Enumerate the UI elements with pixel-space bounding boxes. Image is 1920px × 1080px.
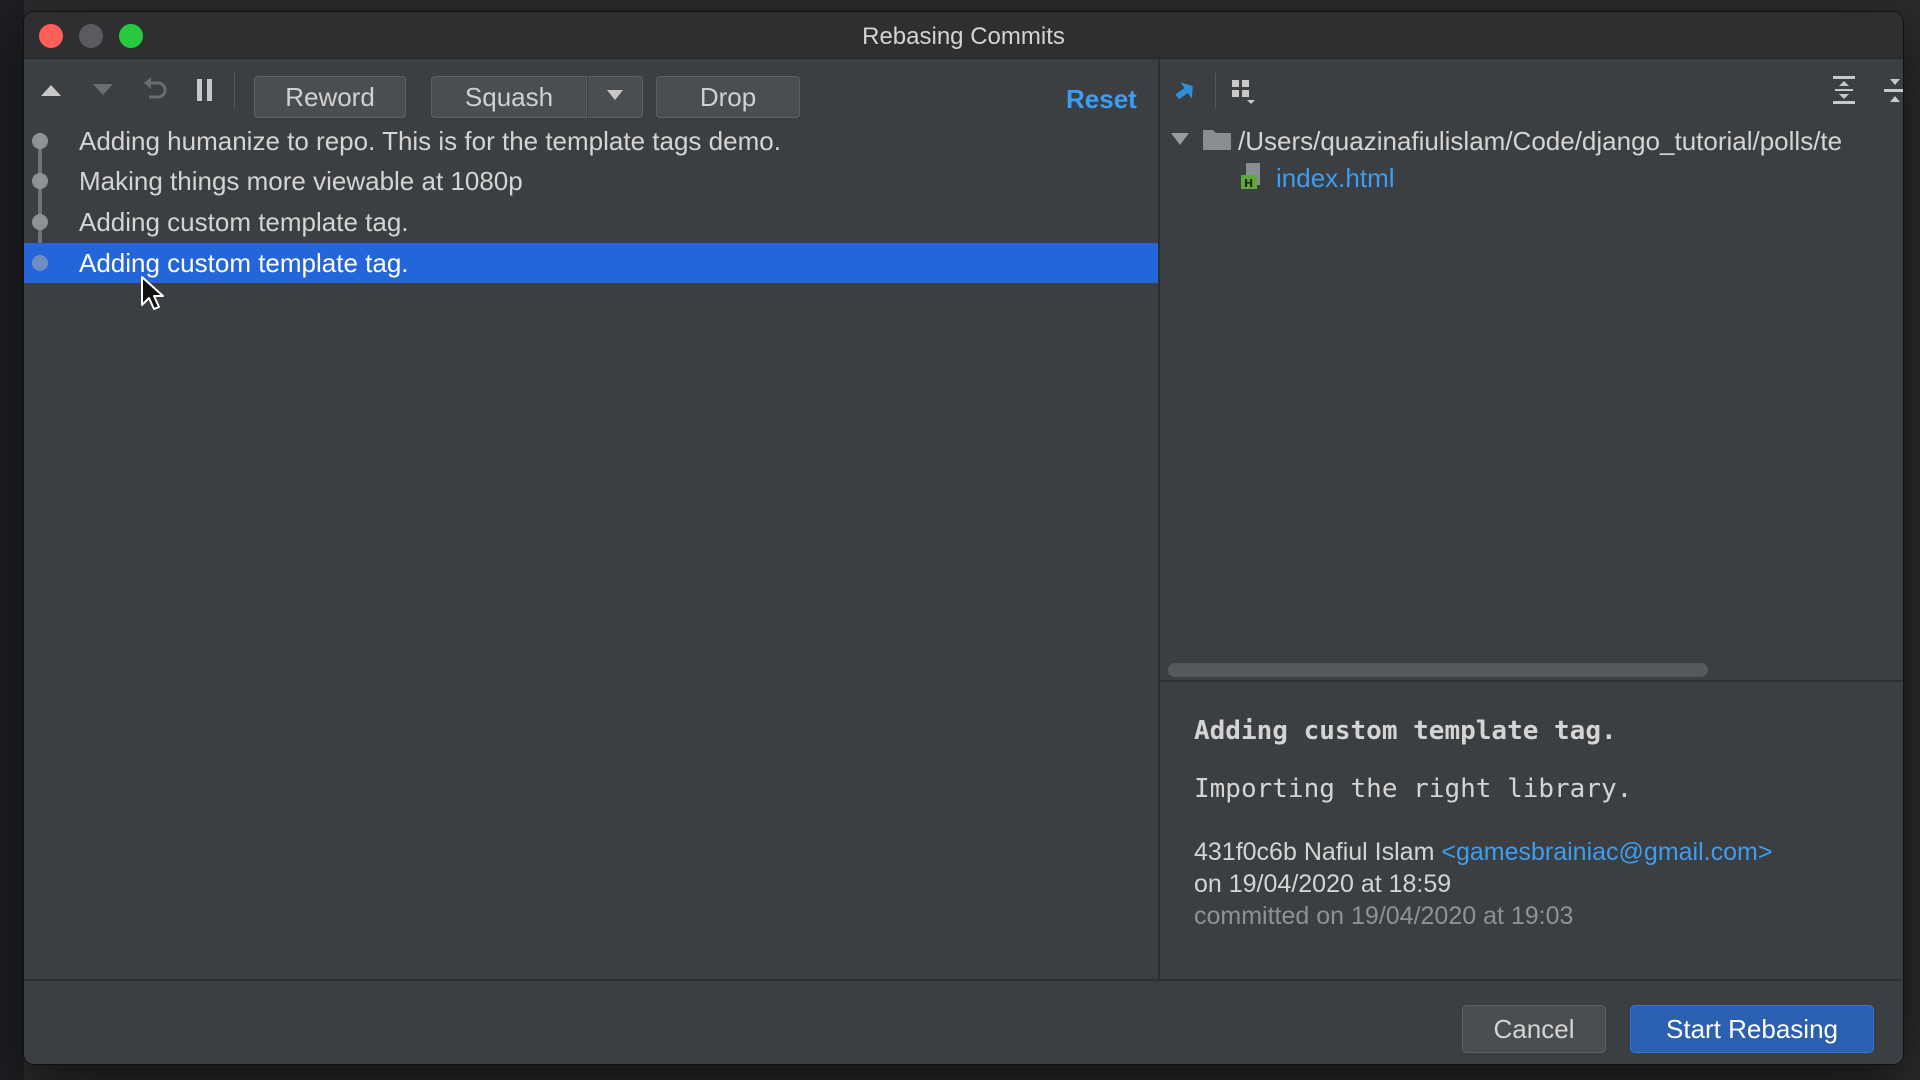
tree-folder-row[interactable]: /Users/quazinafiulislam/Code/django_tuto… <box>1170 122 1842 160</box>
commit-node-icon <box>32 255 48 271</box>
authored-date: on 19/04/2020 at 18:59 <box>1194 870 1452 898</box>
commit-message: Making things more viewable at 1080p <box>79 165 523 196</box>
commit-message: Adding humanize to repo. This is for the… <box>79 125 781 156</box>
commit-hash-author: 431f0c6b Nafiul Islam <gamesbrainiac@gma… <box>1194 838 1772 867</box>
toolbar-separator <box>234 73 235 109</box>
commit-details: Adding custom template tag. Importing th… <box>1160 682 1903 979</box>
commit-message: Adding custom template tag. <box>79 206 409 237</box>
commit-message: Adding custom template tag. <box>79 247 409 278</box>
commit-list: Adding humanize to repo. This is for the… <box>24 121 1158 979</box>
commit-node-icon <box>32 214 48 230</box>
committed-date: committed on 19/04/2020 at 19:03 <box>1194 902 1574 930</box>
folder-icon <box>1202 127 1232 156</box>
author-email-link[interactable]: <gamesbrainiac@gmail.com> <box>1441 838 1772 866</box>
commit-row[interactable]: Adding humanize to repo. This is for the… <box>24 121 1158 161</box>
move-up-icon[interactable] <box>34 73 68 107</box>
collapse-all-icon[interactable] <box>1878 73 1903 107</box>
commit-body: Importing the right library. <box>1194 774 1633 804</box>
window-title: Rebasing Commits <box>862 23 1065 50</box>
changes-tree: /Users/quazinafiulislam/Code/django_tuto… <box>1160 121 1903 661</box>
hash-author-text: 431f0c6b Nafiul Islam <box>1194 838 1442 866</box>
commit-subject: Adding custom template tag. <box>1194 716 1617 746</box>
squash-dropdown-button[interactable] <box>587 76 643 118</box>
group-by-icon[interactable] <box>1226 73 1260 107</box>
move-down-icon[interactable] <box>86 73 120 107</box>
horizontal-scrollbar[interactable] <box>1160 661 1903 679</box>
svg-text:H: H <box>1244 177 1253 190</box>
tree-file-row[interactable]: H index.html <box>1240 159 1395 197</box>
commit-row-selected[interactable]: Adding custom template tag. <box>24 243 1158 283</box>
desktop-backdrop <box>0 0 24 1080</box>
folder-path: /Users/quazinafiulislam/Code/django_tuto… <box>1238 125 1843 156</box>
title-bar: Rebasing Commits <box>24 12 1903 59</box>
cancel-button[interactable]: Cancel <box>1462 1005 1606 1053</box>
file-link[interactable]: index.html <box>1276 163 1395 194</box>
reset-link[interactable]: Reset <box>1066 84 1137 115</box>
chevron-down-icon <box>606 88 624 106</box>
expand-triangle-icon[interactable] <box>1170 131 1190 152</box>
reword-button[interactable]: Reword <box>254 76 406 118</box>
start-rebasing-button[interactable]: Start Rebasing <box>1630 1005 1874 1053</box>
commit-node-icon <box>32 173 48 189</box>
mouse-pointer-icon <box>140 275 166 316</box>
rebase-dialog: Rebasing Commits Reword Squash Drop Rese… <box>24 12 1903 1064</box>
pause-icon[interactable] <box>188 73 222 107</box>
show-diff-icon[interactable] <box>1170 73 1204 107</box>
commit-node-icon <box>32 133 48 149</box>
scrollbar-thumb[interactable] <box>1168 663 1708 677</box>
drop-button[interactable]: Drop <box>656 76 800 118</box>
toolbar-separator <box>1215 73 1216 109</box>
dialog-footer: Cancel Start Rebasing <box>24 981 1903 1064</box>
html-file-icon: H <box>1240 161 1268 196</box>
commit-toolbar: Reword Squash Drop Reset <box>24 59 1158 121</box>
commit-row[interactable]: Making things more viewable at 1080p <box>24 161 1158 201</box>
expand-all-icon[interactable] <box>1827 73 1861 107</box>
commit-row[interactable]: Adding custom template tag. <box>24 202 1158 242</box>
changes-toolbar <box>1160 59 1903 121</box>
undo-icon[interactable] <box>138 73 172 107</box>
squash-button[interactable]: Squash <box>431 76 587 118</box>
